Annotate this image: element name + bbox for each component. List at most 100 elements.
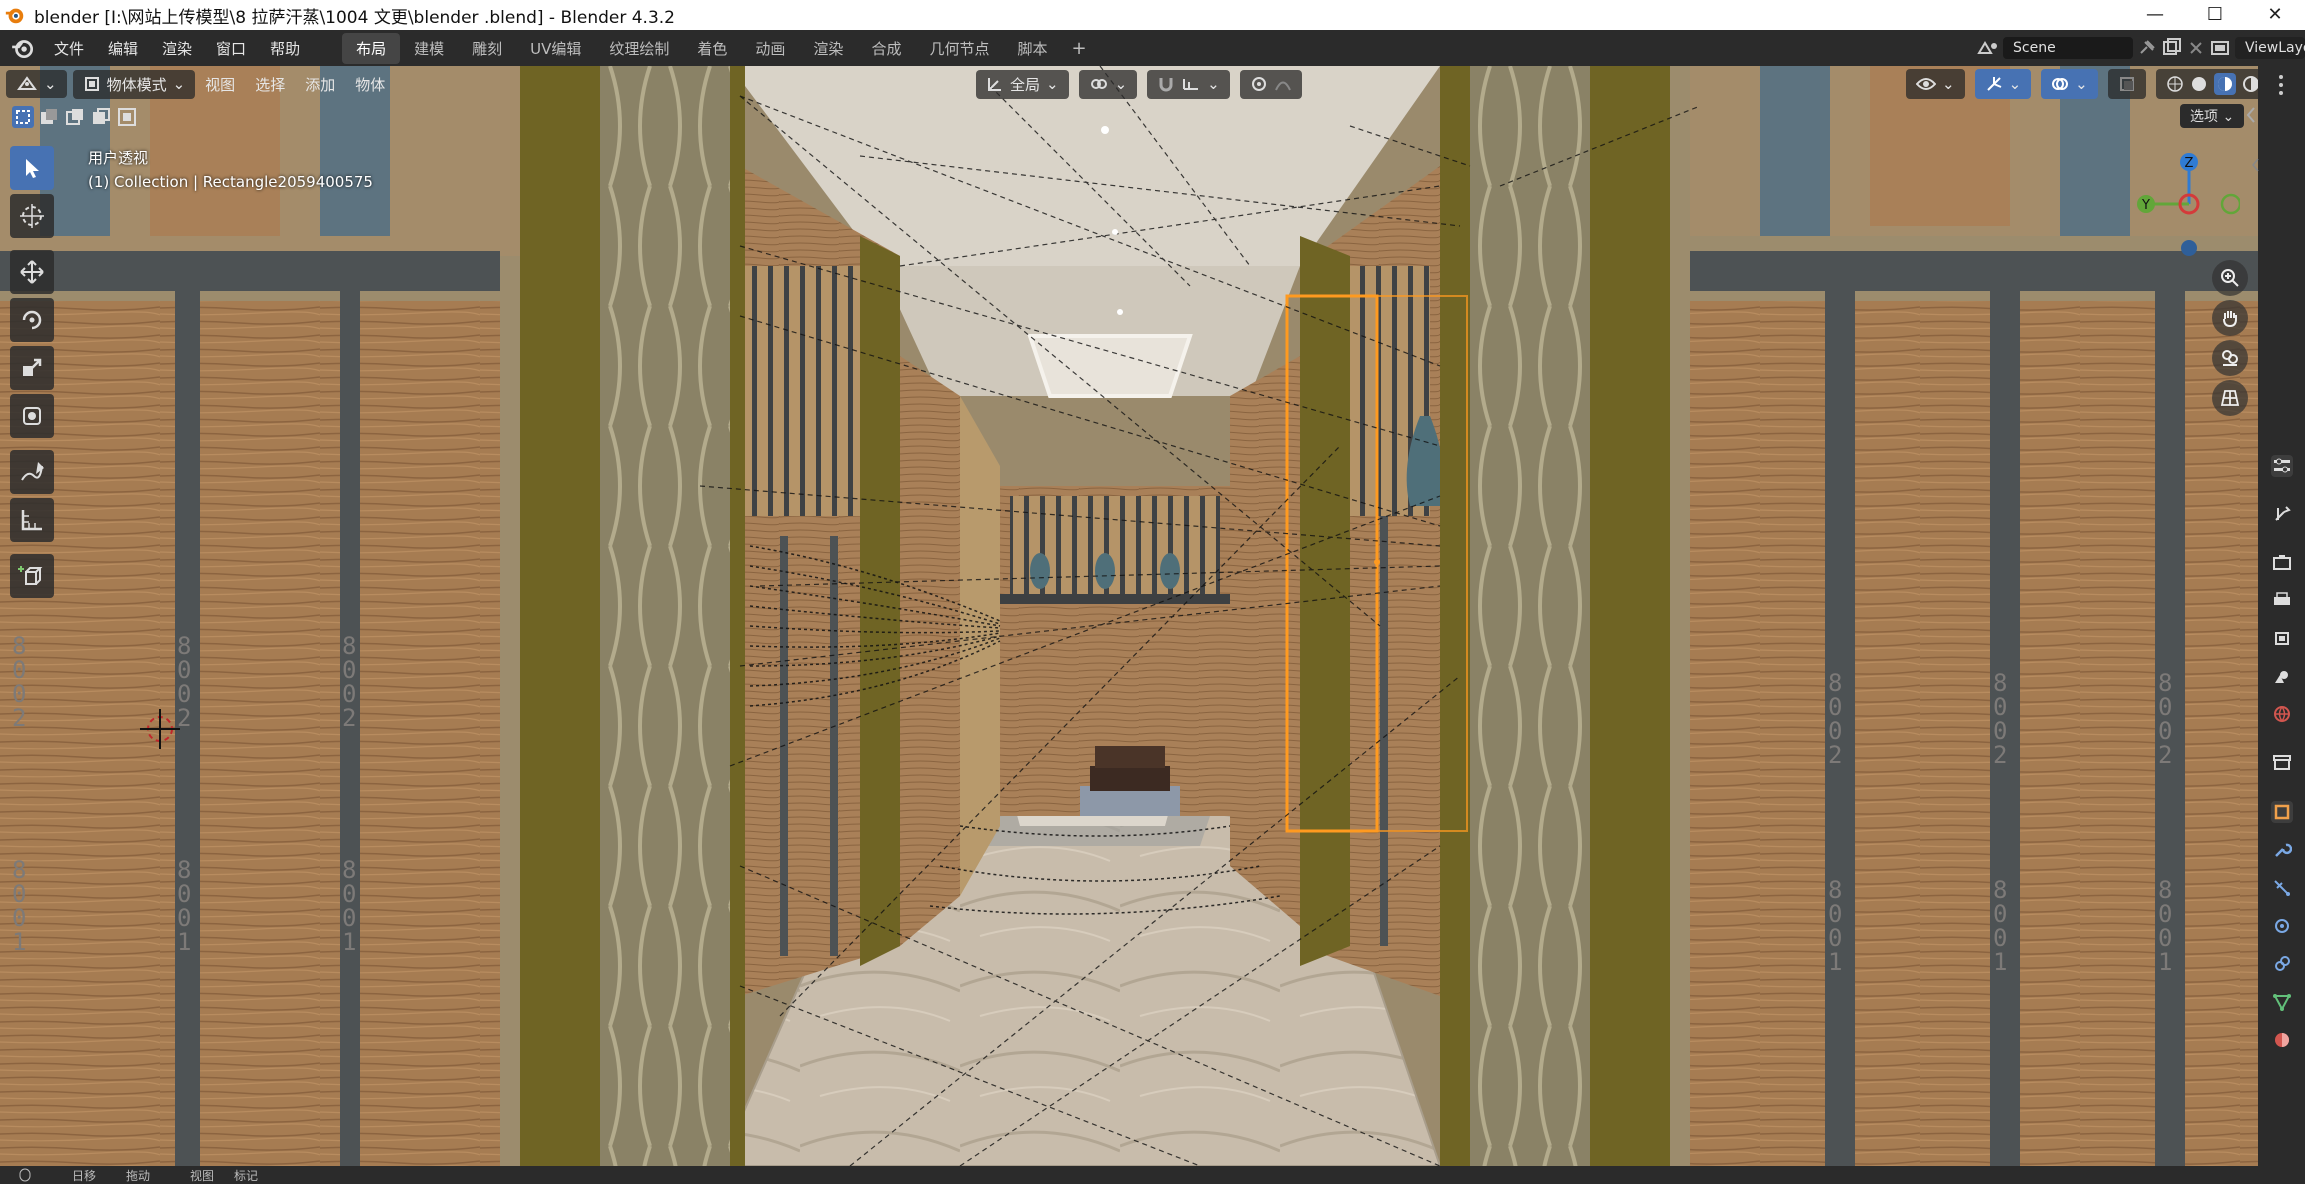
constraint-icon xyxy=(2275,956,2290,971)
new-scene-icon[interactable] xyxy=(2159,37,2185,59)
blender-menu-icon[interactable] xyxy=(10,35,36,61)
scene-tab[interactable] xyxy=(2271,665,2293,687)
close-button[interactable]: ✕ xyxy=(2245,0,2305,30)
tab-rendering[interactable]: 渲染 xyxy=(799,33,857,64)
select-new-icon[interactable] xyxy=(12,106,34,128)
tab-modeling[interactable]: 建模 xyxy=(400,33,458,64)
snap-toggle[interactable]: ⌄ xyxy=(1147,69,1230,99)
perspective-toggle-button[interactable] xyxy=(2212,380,2248,416)
add-cube-tool[interactable] xyxy=(10,554,54,598)
zoom-icon xyxy=(2221,269,2239,287)
tab-texture-paint[interactable]: 纹理绘制 xyxy=(595,33,683,64)
material-shading-icon[interactable] xyxy=(2213,73,2236,95)
menu-file[interactable]: 文件 xyxy=(42,34,96,63)
zoom-button[interactable] xyxy=(2212,260,2248,296)
select-invert-icon[interactable] xyxy=(90,106,112,128)
wall-number-top: 8002 xyxy=(342,632,357,732)
menu-render[interactable]: 渲染 xyxy=(150,34,204,63)
scale-tool[interactable] xyxy=(10,346,54,390)
physics-tab[interactable] xyxy=(2271,915,2293,937)
pivot-point-dropdown[interactable]: ⌄ xyxy=(1078,69,1138,99)
menu-window[interactable]: 窗口 xyxy=(204,34,258,63)
wall-number-bottom: 8001 xyxy=(342,856,357,956)
tab-animation[interactable]: 动画 xyxy=(741,33,799,64)
tool-tab[interactable] xyxy=(2271,503,2293,525)
pencil-icon xyxy=(21,462,44,481)
tool-properties-tab[interactable] xyxy=(2271,455,2293,477)
collapse-arrow-icon[interactable] xyxy=(2250,155,2260,175)
measure-tool[interactable] xyxy=(10,498,54,542)
pin-icon[interactable] xyxy=(2133,37,2159,59)
navigation-gizmo[interactable]: Z Y xyxy=(2130,148,2240,268)
constraints-tab[interactable] xyxy=(2271,953,2293,975)
cursor-tool[interactable] xyxy=(10,194,54,238)
tab-compositing[interactable]: 合成 xyxy=(857,33,915,64)
menu-edit[interactable]: 编辑 xyxy=(96,34,150,63)
proportional-edit-toggle[interactable] xyxy=(1239,69,1302,99)
data-tab[interactable] xyxy=(2271,991,2293,1013)
viewlayer-field[interactable]: ViewLayer xyxy=(2235,37,2305,59)
wireframe-shading-icon[interactable] xyxy=(2166,75,2184,93)
annotate-tool[interactable] xyxy=(10,450,54,494)
solid-shading-icon[interactable] xyxy=(2190,75,2208,93)
tab-shading[interactable]: 着色 xyxy=(683,33,741,64)
gizmo-z-negative[interactable] xyxy=(2181,240,2197,256)
link-icon xyxy=(1090,79,1107,89)
menu-help[interactable]: 帮助 xyxy=(258,34,312,63)
menu-object[interactable]: 物体 xyxy=(345,70,395,99)
camera-icon xyxy=(2222,350,2238,366)
select-box-tool[interactable] xyxy=(10,146,54,190)
minimize-button[interactable]: — xyxy=(2125,0,2185,30)
output-tab[interactable] xyxy=(2271,589,2293,611)
visibility-dropdown[interactable]: ⌄ xyxy=(1906,69,1965,99)
menu-select[interactable]: 选择 xyxy=(245,70,295,99)
select-extend-icon[interactable] xyxy=(38,106,60,128)
tab-sculpting[interactable]: 雕刻 xyxy=(458,33,516,64)
rotate-tool[interactable] xyxy=(10,298,54,342)
editor-type-button[interactable]: ⌄ xyxy=(6,70,67,98)
overlay-toggle[interactable]: ⌄ xyxy=(2041,69,2098,99)
gizmo-toggle[interactable]: ⌄ xyxy=(1974,69,2032,99)
camera-view-button[interactable] xyxy=(2212,340,2248,376)
material-tab[interactable] xyxy=(2271,1029,2293,1051)
collapse-arrow-icon[interactable] xyxy=(2244,104,2258,126)
select-subtract-icon[interactable] xyxy=(64,106,86,128)
xray-toggle[interactable] xyxy=(2107,69,2146,99)
options-dropdown[interactable]: 选项 ⌄ xyxy=(2180,104,2245,128)
remove-scene-icon[interactable] xyxy=(2185,37,2207,59)
tab-scripting[interactable]: 脚本 xyxy=(1003,33,1061,64)
mode-selector[interactable]: 物体模式 ⌄ xyxy=(72,69,196,99)
menu-view[interactable]: 视图 xyxy=(195,70,245,99)
object-tab[interactable] xyxy=(2271,801,2293,823)
pan-button[interactable] xyxy=(2212,300,2248,336)
chevron-down-icon: ⌄ xyxy=(172,75,186,93)
select-intersect-icon[interactable] xyxy=(116,106,138,128)
add-workspace-button[interactable]: + xyxy=(1061,34,1096,63)
transform-orientation-dropdown[interactable]: 全局 ⌄ xyxy=(976,69,1069,99)
tab-layout[interactable]: 布局 xyxy=(342,32,401,64)
viewlayer-icon[interactable] xyxy=(2207,37,2235,59)
move-tool[interactable] xyxy=(10,250,54,294)
view-layer-tab[interactable] xyxy=(2271,627,2293,649)
maximize-button[interactable]: ☐ xyxy=(2185,0,2245,30)
menu-add[interactable]: 添加 xyxy=(295,70,345,99)
collection-tab[interactable] xyxy=(2271,751,2293,773)
wall-number-bottom: 8001 xyxy=(1993,876,2008,976)
modifier-tab[interactable] xyxy=(2271,839,2293,861)
wall-number-top: 8002 xyxy=(1993,669,2008,769)
render-tab[interactable] xyxy=(2271,551,2293,573)
sidebar-toggle-icon[interactable] xyxy=(2270,72,2292,98)
gizmo-y-negative[interactable] xyxy=(2220,193,2240,215)
particles-tab[interactable] xyxy=(2271,877,2293,899)
tab-uv-editing[interactable]: UV编辑 xyxy=(516,33,595,64)
scene-icon[interactable] xyxy=(1975,37,2003,59)
scene-name-field[interactable]: Scene xyxy=(2003,37,2133,59)
gizmo-z-label: Z xyxy=(2185,156,2194,171)
3d-viewport[interactable]: 8002 8001 8002 8001 8002 8001 8002 8001 … xyxy=(0,66,2258,1166)
render-camera-icon xyxy=(2273,555,2291,570)
wall-number-top: 8002 xyxy=(1828,669,1843,769)
tab-geometry-nodes[interactable]: 几何节点 xyxy=(915,33,1003,64)
magnet-icon xyxy=(1159,78,1173,92)
world-tab[interactable] xyxy=(2271,703,2293,725)
transform-tool[interactable] xyxy=(10,394,54,438)
